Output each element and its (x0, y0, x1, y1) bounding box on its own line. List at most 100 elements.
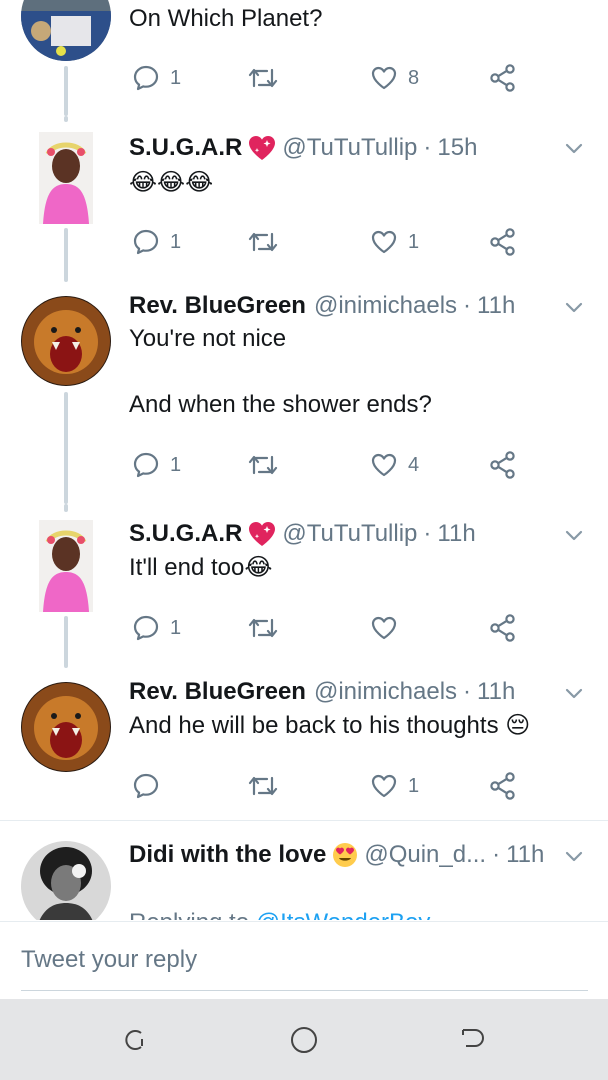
reply-button[interactable]: 1 (132, 449, 181, 481)
share-icon (490, 614, 515, 642)
reply-count: 1 (170, 453, 182, 476)
separator-dot: · (463, 292, 472, 319)
share-button[interactable] (488, 770, 518, 802)
tweet-text: You're not nice And when the shower ends… (129, 325, 432, 418)
user-handle[interactable]: @Quin_d... (364, 841, 486, 869)
chevron-down-icon[interactable] (562, 136, 586, 160)
avatar[interactable] (39, 132, 93, 224)
share-icon (490, 772, 515, 800)
like-count: 4 (408, 453, 420, 476)
tweet[interactable]: On Which Planet? 1 8 (0, 0, 608, 116)
user-handle[interactable]: @inimichaels (314, 292, 457, 320)
tweet-header: S.U.G.A.R @TuTuTullip · 15h (129, 132, 564, 164)
replying-to-label: Replying to (129, 909, 256, 920)
like-button[interactable]: 1 (370, 770, 419, 802)
tweet[interactable]: Didi with the love @Quin_d... · 11h Repl… (0, 821, 608, 920)
replying-to-link[interactable]: @ItsWonderBoy (256, 909, 431, 920)
retweet-icon (248, 232, 278, 252)
reply-icon (133, 229, 159, 255)
display-name[interactable]: Didi with the love (129, 841, 326, 869)
thread-line (64, 116, 68, 122)
retweet-button[interactable] (246, 449, 290, 481)
tweet[interactable]: S.U.G.A.R @TuTuTullip · 11h It'll end to… (0, 504, 608, 668)
retweet-button[interactable] (246, 62, 290, 94)
thread-line (64, 504, 68, 512)
tweet[interactable]: Rev. BlueGreen @inimichaels · 11h You're… (0, 282, 608, 504)
separator-dot: · (492, 841, 501, 868)
heart-icon (371, 616, 397, 640)
tweet[interactable]: Rev. BlueGreen @inimichaels · 11h And he… (0, 668, 608, 818)
reply-button[interactable]: 1 (132, 226, 181, 258)
avatar[interactable] (39, 520, 93, 612)
retweet-icon (248, 776, 278, 796)
retweet-icon (248, 618, 278, 638)
retweet-button[interactable] (246, 612, 290, 644)
tweet-actions: 1 4 (129, 449, 529, 481)
like-button[interactable]: 4 (370, 449, 419, 481)
share-icon (490, 451, 515, 479)
avatar[interactable] (21, 682, 111, 772)
user-handle[interactable]: @inimichaels (314, 678, 457, 706)
heart-sparkle-emoji-icon (249, 522, 276, 546)
retweet-button[interactable] (246, 770, 290, 802)
tweet-text: 😂😂😂 (129, 169, 214, 196)
display-name[interactable]: Rev. BlueGreen (129, 678, 306, 706)
timestamp[interactable]: 11h (477, 292, 515, 320)
tweet-reply-input[interactable]: Tweet your reply (21, 946, 197, 974)
chevron-down-icon[interactable] (562, 681, 586, 705)
timestamp[interactable]: 11h (477, 678, 515, 706)
recent-apps-icon[interactable] (121, 1025, 151, 1055)
reply-button[interactable] (132, 770, 170, 802)
chevron-down-icon[interactable] (562, 844, 586, 868)
thread-line (64, 66, 68, 116)
heart-eyes-emoji-icon (333, 843, 358, 867)
tweet-actions: 1 (129, 612, 529, 644)
separator-dot: · (423, 520, 432, 547)
timestamp[interactable]: 11h (506, 841, 544, 869)
display-name[interactable]: S.U.G.A.R (129, 134, 242, 162)
conversation-thread: On Which Planet? 1 8 S.U.G.A.R @TuTuTull… (0, 0, 608, 920)
tweet-actions: 1 8 (129, 62, 529, 94)
tweet-actions: 1 1 (129, 226, 529, 258)
thread-line (64, 228, 68, 282)
tweet-header: Rev. BlueGreen @inimichaels · 11h (129, 290, 564, 322)
share-button[interactable] (488, 449, 518, 481)
replying-to-line: Replying to @ItsWonderBoy (129, 873, 578, 920)
avatar[interactable] (21, 0, 111, 61)
like-button[interactable]: 1 (370, 226, 419, 258)
reply-count: 1 (170, 616, 182, 639)
heart-sparkle-emoji-icon (249, 136, 276, 160)
like-count: 8 (408, 66, 420, 89)
like-count: 1 (408, 774, 420, 797)
share-button[interactable] (488, 226, 518, 258)
reply-button[interactable]: 1 (132, 612, 181, 644)
user-handle[interactable]: @TuTuTullip (282, 520, 417, 548)
like-button[interactable]: 8 (370, 62, 419, 94)
reply-icon (133, 452, 159, 478)
back-icon[interactable] (458, 1025, 488, 1055)
avatar[interactable] (21, 296, 111, 386)
retweet-button[interactable] (246, 226, 290, 258)
like-button[interactable] (370, 612, 408, 644)
display-name[interactable]: S.U.G.A.R (129, 520, 242, 548)
chevron-down-icon[interactable] (562, 295, 586, 319)
share-icon (490, 64, 515, 92)
display-name[interactable]: Rev. BlueGreen (129, 292, 306, 320)
tweet-header: Rev. BlueGreen @inimichaels · 11h (129, 676, 564, 708)
timestamp[interactable]: 11h (437, 520, 475, 548)
tweet[interactable]: S.U.G.A.R @TuTuTullip · 15h 😂😂😂 1 1 (0, 116, 608, 282)
share-icon (490, 228, 515, 256)
reply-count: 1 (170, 230, 182, 253)
home-icon[interactable] (289, 1025, 319, 1055)
user-handle[interactable]: @TuTuTullip (282, 134, 417, 162)
tweet-header: S.U.G.A.R @TuTuTullip · 11h (129, 518, 564, 550)
reply-button[interactable]: 1 (132, 62, 181, 94)
thread-line (64, 616, 68, 668)
share-button[interactable] (488, 612, 518, 644)
reply-icon (133, 773, 159, 799)
chevron-down-icon[interactable] (562, 523, 586, 547)
avatar[interactable] (21, 841, 111, 920)
timestamp[interactable]: 15h (437, 134, 477, 162)
reply-compose-bar: Tweet your reply (0, 921, 608, 999)
share-button[interactable] (488, 62, 518, 94)
